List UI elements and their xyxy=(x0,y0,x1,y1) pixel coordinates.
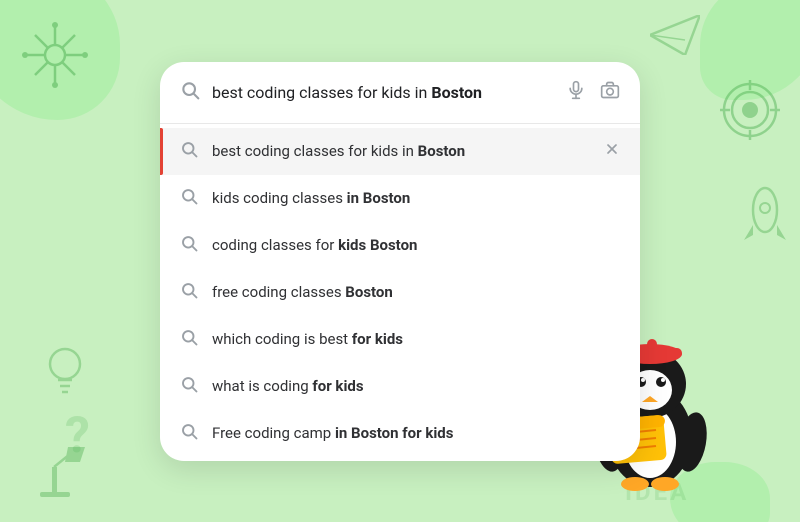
suggestion-search-icon xyxy=(180,281,198,304)
search-icon xyxy=(180,80,200,105)
search-bar[interactable]: best coding classes for kids in Boston xyxy=(160,62,640,124)
suggestion-item[interactable]: which coding is best for kids xyxy=(160,316,640,363)
suggestion-text: Free coding camp in Boston for kids xyxy=(212,424,620,442)
search-bar-action-icons xyxy=(566,80,620,104)
suggestion-text: best coding classes for kids in Boston xyxy=(212,142,590,160)
suggestion-search-icon xyxy=(180,140,198,163)
suggestion-text: kids coding classes in Boston xyxy=(212,189,620,207)
suggestion-text: free coding classes Boston xyxy=(212,283,620,301)
camera-icon[interactable] xyxy=(600,80,620,104)
search-bar-text: best coding classes for kids in Boston xyxy=(212,83,554,102)
suggestion-search-icon xyxy=(180,328,198,351)
suggestion-text: which coding is best for kids xyxy=(212,330,620,348)
microphone-icon[interactable] xyxy=(566,80,586,104)
search-card: best coding classes for kids in Boston xyxy=(160,62,640,461)
suggestion-search-icon xyxy=(180,234,198,257)
suggestion-item[interactable]: free coding classes Boston xyxy=(160,269,640,316)
suggestion-text: coding classes for kids Boston xyxy=(212,236,620,254)
suggestion-item[interactable]: Free coding camp in Boston for kids xyxy=(160,410,640,457)
suggestion-item[interactable]: best coding classes for kids in Boston xyxy=(160,128,640,175)
search-text-bold: Boston xyxy=(431,83,482,102)
suggestion-text: what is coding for kids xyxy=(212,377,620,395)
suggestion-item[interactable]: kids coding classes in Boston xyxy=(160,175,640,222)
suggestion-item[interactable]: what is coding for kids xyxy=(160,363,640,410)
suggestion-item[interactable]: coding classes for kids Boston xyxy=(160,222,640,269)
suggestion-search-icon xyxy=(180,422,198,445)
close-icon[interactable] xyxy=(604,141,620,161)
suggestions-list: best coding classes for kids in Boston k… xyxy=(160,124,640,461)
suggestion-search-icon xyxy=(180,187,198,210)
suggestion-search-icon xyxy=(180,375,198,398)
search-text-normal: best coding classes for kids in xyxy=(212,83,431,102)
